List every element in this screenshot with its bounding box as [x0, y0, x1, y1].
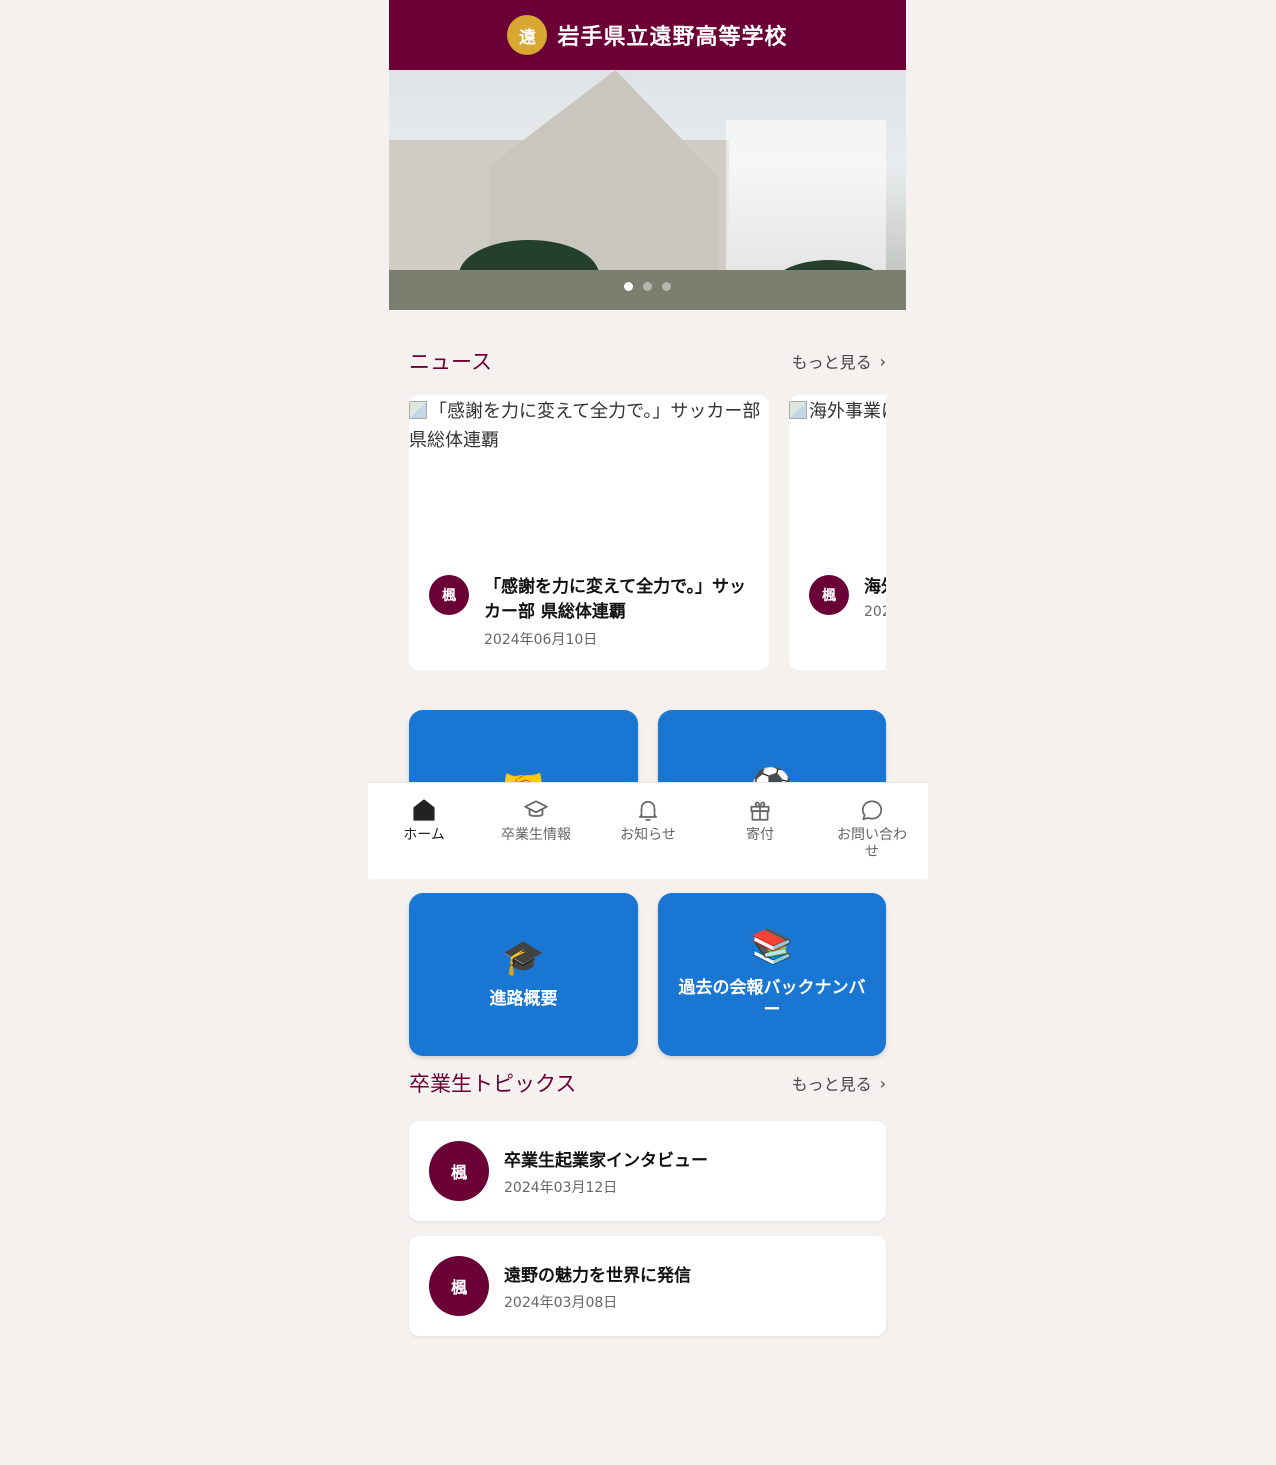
news-card-body: 楓 「感謝を力に変えて全力で。」サッカー部 県総体連覇 2024年06月10日: [409, 560, 769, 664]
news-more-label: もっと見る: [791, 353, 872, 372]
topic-title: 遠野の魅力を世界に発信: [504, 1265, 691, 1286]
chevron-right-icon: ›: [879, 1073, 886, 1093]
nav-label: ホーム: [403, 827, 445, 843]
broken-image-icon: [409, 401, 427, 419]
topics-more-label: もっと見る: [791, 1075, 872, 1094]
chevron-right-icon: ›: [879, 351, 886, 371]
topic-item[interactable]: 楓 遠野の魅力を世界に発信 2024年03月08日: [409, 1236, 886, 1336]
news-section-title: ニュース: [409, 350, 492, 374]
news-date: 2024: [864, 604, 886, 620]
school-badge: 遠: [507, 15, 548, 55]
app-header: 遠 岩手県立遠野高等学校: [389, 0, 906, 70]
topics-header: 卒業生トピックス もっと見る ›: [389, 1068, 906, 1098]
hero-carousel[interactable]: [389, 70, 906, 310]
tile-backnumbers[interactable]: 📚 過去の会報バックナンバー: [658, 893, 886, 1056]
chat-bubble-icon: [861, 800, 883, 821]
topic-title: 卒業生起業家インタビュー: [504, 1150, 708, 1171]
topics-more-link[interactable]: もっと見る ›: [792, 1071, 886, 1095]
topic-date: 2024年03月12日: [504, 1179, 618, 1196]
bottom-nav: ホーム 卒業生情報 お知らせ 寄付 お問い合わせ: [368, 782, 928, 879]
news-carousel[interactable]: 「感謝を力に変えて全力で。」サッカー部 県総体連覇 楓 「感謝を力に変えて全力で…: [409, 395, 886, 670]
school-name: 岩手県立遠野高等学校: [557, 24, 788, 50]
nav-contact[interactable]: お問い合わせ: [816, 783, 928, 879]
news-card[interactable]: 海外事業に参加して」 楓 海外事業に参加して 2024: [789, 395, 886, 670]
nav-label: お知らせ: [620, 827, 676, 843]
avatar: 楓: [429, 575, 469, 615]
news-image-alt: 「感謝を力に変えて全力で。」サッカー部 県総体連覇: [409, 401, 761, 451]
carousel-dots: [389, 282, 906, 291]
tile-label: 過去の会報バックナンバー: [678, 977, 866, 1020]
news-image: 「感謝を力に変えて全力で。」サッカー部 県総体連覇: [409, 395, 769, 560]
carousel-dot[interactable]: [662, 282, 671, 291]
tile-career[interactable]: 🎓 進路概要: [409, 893, 638, 1056]
news-title: 「感謝を力に変えて全力で。」サッカー部 県総体連覇: [484, 577, 746, 622]
menu-tiles: 🤝 ⚽ 🎓 進路概要 📚 過去の会報バックナンバー: [409, 710, 886, 1056]
nav-alumni[interactable]: 卒業生情報: [480, 783, 592, 879]
nav-label: 卒業生情報: [501, 827, 571, 843]
nav-home[interactable]: ホーム: [368, 783, 480, 879]
gift-icon: [750, 801, 770, 821]
tile-label: 進路概要: [489, 988, 558, 1009]
nav-label: 寄付: [746, 827, 774, 843]
news-more-link[interactable]: もっと見る ›: [792, 349, 886, 373]
topic-item[interactable]: 楓 卒業生起業家インタビュー 2024年03月12日: [409, 1121, 886, 1221]
avatar: 楓: [429, 1141, 489, 1201]
news-image: 海外事業に参加して」: [789, 395, 886, 560]
nav-label: お問い合わせ: [837, 827, 907, 860]
news-header: ニュース もっと見る ›: [389, 346, 906, 376]
news-card[interactable]: 「感謝を力に変えて全力で。」サッカー部 県総体連覇 楓 「感謝を力に変えて全力で…: [409, 395, 769, 670]
nav-donate[interactable]: 寄付: [704, 783, 816, 879]
nav-notice[interactable]: お知らせ: [592, 783, 704, 879]
avatar: 楓: [809, 575, 849, 615]
graduation-cap-icon: [524, 800, 548, 817]
home-icon: [413, 799, 435, 821]
broken-image-icon: [789, 401, 807, 419]
carousel-dot[interactable]: [643, 282, 652, 291]
news-date: 2024年06月10日: [484, 632, 598, 648]
topic-date: 2024年03月08日: [504, 1294, 618, 1311]
carousel-dot[interactable]: [624, 282, 633, 291]
topics-section-title: 卒業生トピックス: [409, 1072, 577, 1096]
avatar: 楓: [429, 1256, 489, 1316]
bell-icon: [639, 801, 657, 821]
news-image-alt: 海外事業に参加して」: [809, 401, 886, 422]
graduation-cap-icon: 🎓: [502, 937, 545, 978]
app-screen: 遠 岩手県立遠野高等学校 ニュース もっと見る › 「感謝を力に変えて全力で。」…: [389, 0, 906, 1465]
news-title: 海外事業に参加して: [864, 577, 886, 597]
news-card-body: 楓 海外事業に参加して 2024: [789, 560, 886, 635]
books-icon: 📚: [750, 926, 794, 967]
